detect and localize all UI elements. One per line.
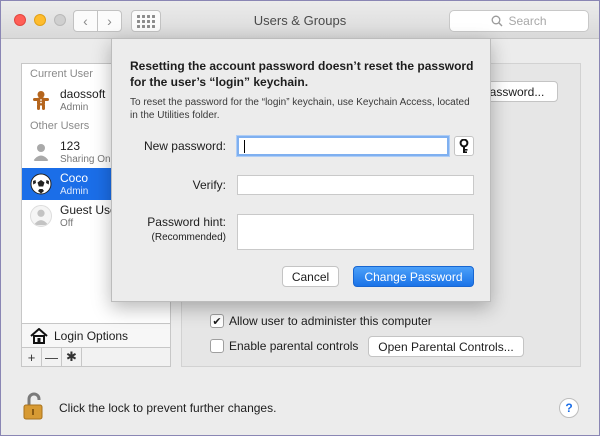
- login-options-item[interactable]: Login Options: [21, 323, 171, 347]
- key-icon: [459, 138, 469, 153]
- password-assistant-button[interactable]: [454, 136, 474, 156]
- password-hint-field[interactable]: [237, 214, 474, 250]
- soccer-ball-avatar-icon: [30, 173, 52, 195]
- guest-avatar-icon: [30, 205, 52, 227]
- search-field[interactable]: Search: [449, 10, 589, 32]
- action-menu-button[interactable]: ✱: [62, 348, 82, 366]
- user-role: Sharing Only: [60, 154, 118, 165]
- user-role: Admin: [60, 186, 89, 197]
- gear-icon: ✱: [66, 349, 77, 364]
- cancel-button[interactable]: Cancel: [282, 266, 339, 287]
- remove-user-button[interactable]: —: [42, 348, 62, 366]
- house-icon: [30, 327, 48, 344]
- title-bar: ‹ › Users & Groups Search: [1, 1, 599, 39]
- open-parental-controls-button[interactable]: Open Parental Controls...: [368, 336, 524, 357]
- login-options-label: Login Options: [54, 328, 129, 343]
- text-caret: [244, 140, 245, 153]
- lock-open-icon[interactable]: [23, 391, 45, 421]
- parental-controls-checkbox[interactable]: [210, 339, 224, 353]
- search-icon: [492, 15, 503, 27]
- password-hint-sublabel: (Recommended): [151, 232, 226, 243]
- user-name: 123: [60, 139, 81, 153]
- add-user-button[interactable]: +: [22, 348, 42, 366]
- parental-controls-label: Enable parental controls: [229, 339, 359, 353]
- checkmark-icon: ✔: [212, 315, 222, 328]
- users-groups-window: ‹ › Users & Groups Search Current User d…: [0, 0, 600, 436]
- sheet-title: Resetting the account password doesn’t r…: [130, 59, 474, 89]
- new-password-label: New password:: [143, 139, 226, 153]
- verify-field[interactable]: [237, 175, 474, 195]
- allow-admin-checkbox[interactable]: ✔: [210, 314, 224, 328]
- new-password-field[interactable]: [237, 136, 449, 156]
- search-placeholder: Search: [508, 14, 547, 28]
- user-name: daossoft: [60, 87, 106, 101]
- change-password-confirm-button[interactable]: Change Password: [353, 266, 474, 287]
- sheet-subtitle: To reset the password for the “login” ke…: [130, 97, 470, 121]
- generic-user-avatar-icon: [33, 144, 49, 161]
- reset-password-sheet: Resetting the account password doesn’t r…: [111, 38, 491, 302]
- user-list-toolbar: + — ✱: [21, 347, 171, 367]
- user-role: Off: [60, 218, 74, 229]
- user-role: Admin: [60, 102, 89, 113]
- allow-admin-label: Allow user to administer this computer: [229, 314, 432, 328]
- verify-label: Verify:: [192, 178, 226, 192]
- help-button[interactable]: ?: [559, 398, 579, 418]
- user-name: Coco: [60, 171, 89, 185]
- gingerbread-avatar-icon: [30, 89, 52, 111]
- lock-message: Click the lock to prevent further change…: [59, 401, 277, 415]
- password-hint-label: Password hint:: [147, 215, 226, 229]
